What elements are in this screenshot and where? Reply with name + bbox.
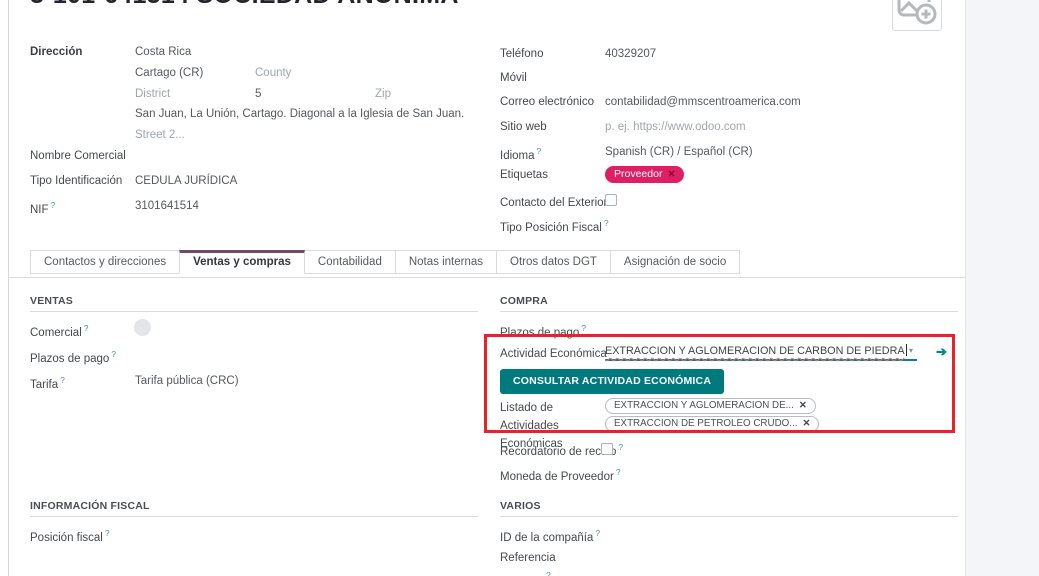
help-tooltip-icon[interactable]: ?	[618, 442, 623, 452]
field-label-sitio-web: Sitio web	[500, 121, 547, 133]
help-tooltip-icon[interactable]: ?	[595, 528, 600, 538]
tab-ventas-y-compras[interactable]: Ventas y compras	[179, 250, 305, 274]
page-title[interactable]: 3-101-641514 SOCIEDAD ANONIMA	[30, 0, 459, 10]
comercial-avatar-placeholder[interactable]	[134, 319, 151, 336]
internal-link-arrow-icon[interactable]: ➔	[936, 344, 947, 360]
field-label-id-compania: ID de la compañía?	[500, 528, 601, 544]
tab-otros-datos-dgt[interactable]: Otros datos DGT	[496, 250, 611, 274]
section-rule	[30, 516, 478, 517]
chatter-panel-background	[965, 0, 1039, 576]
help-tooltip-icon[interactable]: ?	[105, 528, 110, 538]
help-tooltip-icon[interactable]: ?	[111, 349, 116, 359]
tag-remove-icon[interactable]: ✕	[802, 418, 810, 429]
tab-asignacion-de-socio[interactable]: Asignación de socio	[609, 250, 741, 274]
field-label-correo: Correo electrónico	[500, 96, 594, 108]
section-title-compra: COMPRA	[500, 295, 548, 307]
help-tooltip-icon[interactable]: ?	[616, 467, 621, 477]
recordatorio-recibo-checkbox[interactable]	[601, 443, 613, 455]
actividad-economica-input[interactable]: EXTRACCION Y AGLOMERACION DE CARBON DE P…	[605, 341, 917, 361]
tag-proveedor: Proveedor ✕	[605, 166, 685, 183]
field-label-movil: Móvil	[500, 72, 527, 84]
nif-field[interactable]: 3101641514	[135, 200, 199, 212]
field-label-contacto-exterior: Contacto del Exterior?	[500, 193, 614, 209]
section-title-varios: VARIOS	[500, 500, 541, 512]
tab-contactos-y-direcciones[interactable]: Contactos y direcciones	[30, 250, 181, 274]
field-label-nombre-comercial: Nombre Comercial	[30, 150, 126, 162]
idioma-field[interactable]: Spanish (CR) / Español (CR)	[605, 146, 753, 158]
field-label-etiquetas: Etiquetas	[500, 169, 548, 181]
section-rule	[30, 311, 478, 312]
field-label-direccion: Dirección	[30, 46, 83, 58]
tab-notas-internas[interactable]: Notas internas	[394, 250, 497, 274]
actividad-tag: EXTRACCION DE PETROLEO CRUDO... ✕	[605, 416, 820, 432]
section-rule	[500, 516, 958, 517]
field-label-plazos-pago-compra: Plazos de pago?	[500, 323, 587, 339]
street-field[interactable]: San Juan, La Unión, Cartago. Diagonal a …	[135, 108, 464, 120]
district-number-field[interactable]: 5	[255, 88, 261, 100]
help-tooltip-icon[interactable]: ?	[604, 218, 609, 228]
actividad-tag: EXTRACCION Y AGLOMERACION DE... ✕	[605, 398, 816, 414]
consultar-actividad-economica-button[interactable]: CONSULTAR ACTIVIDAD ECONÓMICA	[500, 369, 725, 394]
field-label-tipo-identificacion: Tipo Identificación	[30, 175, 123, 187]
street2-field[interactable]: Street 2...	[135, 129, 185, 141]
country-field[interactable]: Costa Rica	[135, 46, 191, 58]
field-label-telefono: Teléfono	[500, 48, 544, 60]
tab-bar-divider	[8, 277, 965, 278]
field-label-referencia: Referencia	[500, 552, 556, 564]
correo-field[interactable]: contabilidad@mmscentroamerica.com	[605, 96, 801, 108]
district-field[interactable]: District	[135, 88, 170, 100]
tag-remove-icon[interactable]: ✕	[799, 400, 807, 411]
dropdown-caret-icon[interactable]: ▾	[909, 346, 913, 355]
field-label-tarifa: Tarifa?	[30, 375, 65, 391]
text-cursor	[905, 344, 907, 356]
field-label-nif: NIF?	[30, 200, 56, 216]
help-tooltip-icon[interactable]: ?	[581, 323, 586, 333]
section-title-informacion-fiscal: INFORMACIÓN FISCAL	[30, 500, 150, 512]
sitio-web-field[interactable]: p. ej. https://www.odoo.com	[605, 121, 746, 133]
contacto-exterior-checkbox[interactable]	[605, 194, 617, 206]
cut-off-help-marker: ?	[546, 570, 551, 576]
field-label-comercial: Comercial?	[30, 323, 89, 339]
tab-contabilidad[interactable]: Contabilidad	[303, 250, 396, 274]
company-image-upload[interactable]	[892, 0, 942, 31]
partner-form-page: 3-101-641514 SOCIEDAD ANONIMA Dirección …	[0, 0, 1039, 576]
help-tooltip-icon[interactable]: ?	[51, 200, 56, 210]
help-tooltip-icon[interactable]: ?	[60, 375, 65, 385]
image-plus-icon	[897, 0, 937, 25]
state-field[interactable]: Cartago (CR)	[135, 67, 203, 79]
field-label-tipo-posicion-fiscal: Tipo Posición Fiscal?	[500, 218, 609, 234]
field-label-moneda-proveedor: Moneda de Proveedor?	[500, 467, 621, 483]
county-field[interactable]: County	[255, 67, 291, 79]
field-label-idioma: Idioma?	[500, 146, 542, 162]
field-label-actividad-economica: Actividad Económica	[500, 348, 607, 360]
section-title-ventas: VENTAS	[30, 295, 74, 307]
section-rule	[500, 311, 958, 312]
notebook-tabs: Contactos y direcciones Ventas y compras…	[30, 250, 741, 274]
field-label-posicion-fiscal: Posición fiscal?	[30, 528, 110, 544]
help-tooltip-icon[interactable]: ?	[84, 323, 89, 333]
telefono-field[interactable]: 40329207	[605, 48, 656, 60]
sheet-left-border	[8, 0, 9, 576]
zip-field[interactable]: Zip	[375, 88, 391, 100]
tarifa-field[interactable]: Tarifa pública (CRC)	[135, 375, 239, 387]
field-label-plazos-pago-ventas: Plazos de pago?	[30, 349, 117, 365]
actividad-economica-value: EXTRACCION Y AGLOMERACION DE CARBON DE P…	[605, 345, 905, 357]
help-tooltip-icon[interactable]: ?	[537, 146, 542, 156]
tipo-identificacion-field[interactable]: CEDULA JURÍDICA	[135, 175, 237, 187]
tag-remove-icon[interactable]: ✕	[667, 169, 675, 180]
